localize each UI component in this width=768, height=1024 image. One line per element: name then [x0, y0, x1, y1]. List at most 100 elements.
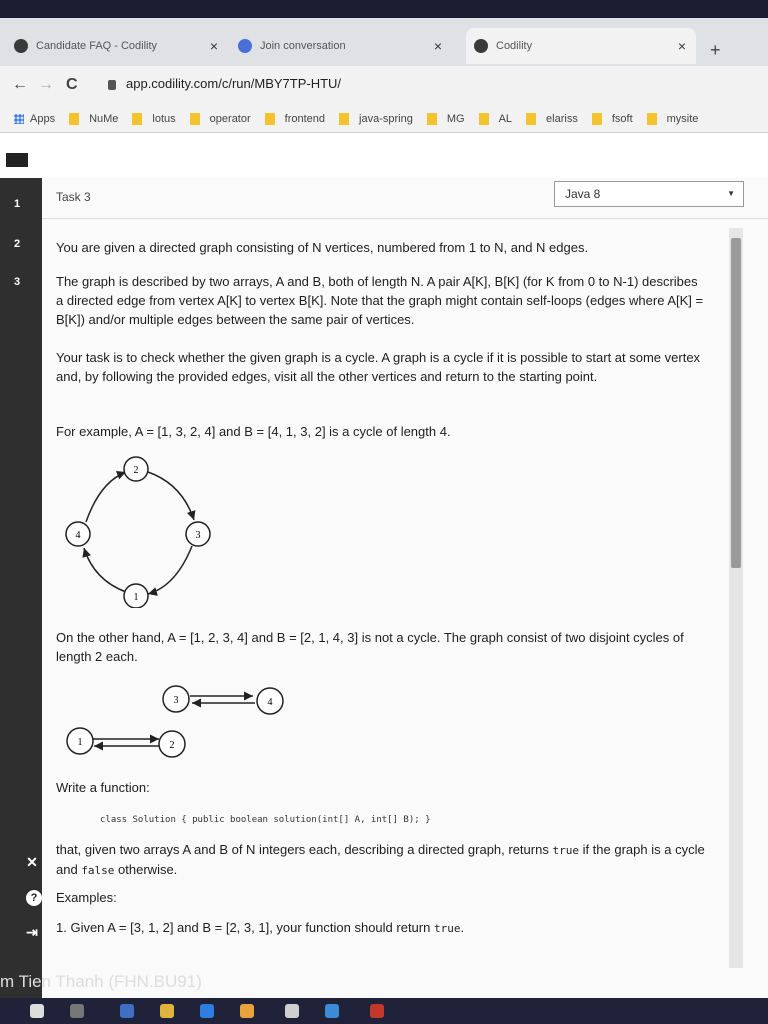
tab-codility[interactable]: Codility × [466, 28, 696, 64]
node-3: 3 [162, 685, 190, 713]
node-2: 2 [158, 730, 186, 758]
node-3: 3 [185, 521, 211, 547]
close-icon[interactable]: × [210, 38, 218, 54]
task-rail: 1 2 3 ✕ ? ⇥ [0, 178, 42, 998]
task-2-link[interactable]: 2 [14, 238, 20, 250]
function-signature: class Solution { public boolean solution… [100, 815, 431, 825]
teams-icon [238, 39, 252, 53]
tab-candidate-faq[interactable]: Candidate FAQ - Codility × [14, 28, 224, 64]
windows-start-icon[interactable] [30, 1004, 44, 1018]
edge-4-2 [85, 471, 127, 523]
codility-icon [14, 39, 28, 53]
folder-icon [478, 113, 489, 125]
bookmark-mysite[interactable]: mysite [646, 113, 699, 125]
paragraph-description: The graph is described by two arrays, A … [56, 274, 704, 327]
task-title: Task 3 [56, 190, 91, 204]
returns-text-3: otherwise. [114, 862, 178, 877]
node-2: 2 [123, 456, 149, 482]
bookmark-label: elariss [546, 113, 578, 125]
bookmark-apps[interactable]: Apps [14, 113, 55, 125]
tab-bar: Candidate FAQ - Codility × Join conversa… [0, 18, 768, 66]
app-header [0, 133, 768, 179]
task-header: Task 3 Java 8 ▼ [42, 178, 768, 219]
new-tab-button[interactable]: + [710, 40, 721, 61]
paragraph-example: For example, A = [1, 3, 2, 4] and B = [4… [56, 424, 451, 439]
bookmark-label: MG [446, 113, 465, 125]
folder-icon [339, 113, 350, 125]
visibility-off-icon[interactable]: ✕ [24, 854, 40, 870]
bookmark-label: NuMe [89, 113, 119, 125]
tab-title: Codility [496, 40, 533, 52]
language-value: Java 8 [565, 187, 601, 201]
examples-heading: Examples: [56, 890, 117, 905]
svg-text:4: 4 [268, 697, 273, 708]
example-1-text: 1. Given A = [3, 1, 2] and B = [2, 3, 1]… [56, 920, 434, 935]
task-view-icon[interactable] [70, 1004, 84, 1018]
bookmark-label: fsoft [611, 113, 633, 125]
false-literal: false [81, 864, 115, 877]
app-icon[interactable] [370, 1004, 384, 1018]
bookmarks-bar: Apps NuMe lotus operator frontend java-s… [0, 106, 768, 133]
back-button[interactable]: ← [12, 76, 28, 94]
tab-title: Candidate FAQ - Codility [36, 40, 158, 52]
bookmark-elariss[interactable]: elariss [526, 113, 578, 125]
folder-icon [646, 113, 657, 125]
svg-text:4: 4 [76, 530, 81, 541]
bookmark-java-spring[interactable]: java-spring [339, 113, 413, 125]
app-icon[interactable] [120, 1004, 134, 1018]
folder-icon [264, 113, 275, 125]
forward-button[interactable]: → [38, 76, 54, 94]
app-icon[interactable] [200, 1004, 214, 1018]
edge-1-4 [82, 547, 127, 593]
bookmark-al[interactable]: AL [478, 113, 512, 125]
close-icon[interactable]: × [434, 38, 442, 54]
vscode-icon[interactable] [325, 1004, 339, 1018]
task-1-link[interactable]: 1 [14, 198, 20, 210]
svg-text:1: 1 [78, 737, 83, 748]
edge-2-3 [147, 471, 196, 521]
bookmark-label: operator [209, 113, 251, 125]
apps-grid-icon [14, 114, 24, 124]
folder-icon [591, 113, 602, 125]
paragraph-counterexample: On the other hand, A = [1, 2, 3, 4] and … [56, 630, 684, 664]
os-taskbar [0, 998, 768, 1024]
scrollbar[interactable] [729, 228, 743, 968]
disjoint-cycles-diagram: 3 4 1 2 [66, 685, 284, 758]
bookmark-nume[interactable]: NuMe [69, 113, 118, 125]
bookmark-operator[interactable]: operator [189, 113, 251, 125]
close-icon[interactable]: × [678, 38, 686, 54]
task-3-link[interactable]: 3 [14, 276, 20, 288]
bookmark-mg[interactable]: MG [426, 113, 465, 125]
address-bar: ← → C app.codility.com/c/run/MBY7TP-HTU/ [0, 66, 768, 106]
bookmark-label: java-spring [359, 113, 413, 125]
tab-join-conversation[interactable]: Join conversation × [238, 28, 448, 64]
language-select[interactable]: Java 8 ▼ [554, 181, 744, 207]
file-explorer-icon[interactable] [160, 1004, 174, 1018]
folder-icon [69, 113, 80, 125]
reload-button[interactable]: C [66, 76, 78, 94]
node-1: 1 [66, 727, 94, 755]
bookmark-lotus[interactable]: lotus [132, 113, 176, 125]
folder-icon [132, 113, 143, 125]
bookmark-frontend[interactable]: frontend [264, 113, 325, 125]
exit-icon[interactable]: ⇥ [24, 924, 40, 940]
app-icon[interactable] [240, 1004, 254, 1018]
url-field[interactable]: app.codility.com/c/run/MBY7TP-HTU/ [126, 76, 341, 91]
svg-text:1: 1 [134, 592, 139, 603]
edge-3-1 [147, 545, 193, 596]
tab-title: Join conversation [260, 40, 346, 52]
chrome-icon[interactable] [285, 1004, 299, 1018]
example-1-end: . [460, 920, 465, 935]
paragraph-returns: that, given two arrays A and B of N inte… [56, 840, 706, 880]
returns-text: that, given two arrays A and B of N inte… [56, 842, 553, 857]
node-4: 4 [256, 687, 284, 715]
bookmark-fsoft[interactable]: fsoft [591, 113, 633, 125]
codility-logo [6, 153, 28, 167]
bookmark-label: mysite [666, 113, 699, 125]
paragraph-write-function: Write a function: [56, 780, 150, 795]
caret-down-icon: ▼ [727, 189, 735, 198]
cycle-graph-diagram: 2 3 1 4 [65, 456, 211, 608]
paragraph-task: Your task is to check whether the given … [56, 350, 701, 384]
help-icon[interactable]: ? [26, 890, 42, 906]
scrollbar-thumb[interactable] [731, 238, 741, 568]
